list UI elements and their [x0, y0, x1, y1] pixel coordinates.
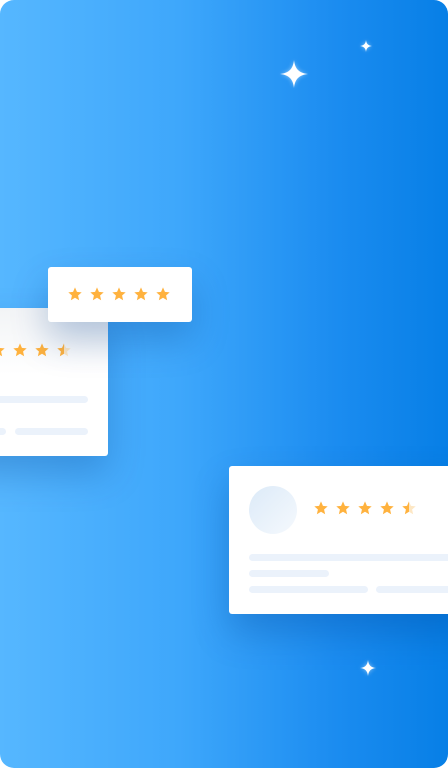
- text-placeholder-line: [0, 428, 6, 435]
- star-full-icon: [35, 343, 49, 357]
- text-placeholder-line: [249, 586, 368, 593]
- star-full-icon: [134, 287, 148, 301]
- review-card-left: [0, 308, 108, 456]
- star-full-icon: [380, 501, 394, 515]
- star-full-icon: [13, 343, 27, 357]
- star-half-icon: [402, 501, 416, 515]
- text-placeholder-line: [0, 396, 88, 403]
- star-full-icon: [336, 501, 350, 515]
- star-rating-bottom: [313, 500, 417, 516]
- text-placeholder-line: [376, 586, 448, 593]
- star-full-icon: [112, 287, 126, 301]
- star-full-icon: [0, 347, 5, 357]
- star-half-icon: [57, 343, 71, 357]
- star-full-icon: [90, 287, 104, 301]
- star-full-icon: [314, 501, 328, 515]
- avatar: [249, 486, 297, 534]
- text-placeholder-line: [249, 570, 329, 577]
- star-full-icon: [68, 287, 82, 301]
- text-placeholder-line: [15, 428, 88, 435]
- rating-card-top: [48, 267, 192, 322]
- star-rating-top: [67, 286, 171, 302]
- star-rating-left: [0, 342, 72, 358]
- star-full-icon: [358, 501, 372, 515]
- star-full-icon: [156, 287, 170, 301]
- review-card-bottom: [229, 466, 448, 614]
- review-illustration: [0, 0, 448, 768]
- text-placeholder-line: [249, 554, 448, 561]
